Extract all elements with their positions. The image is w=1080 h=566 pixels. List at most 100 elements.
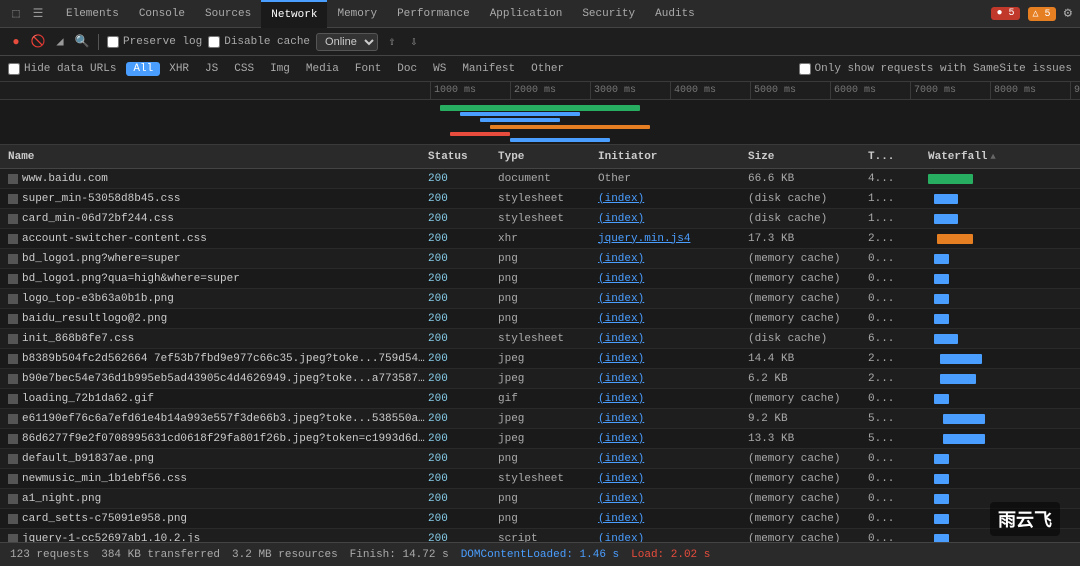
import-icon[interactable]: ⇧ bbox=[384, 34, 400, 50]
table-row[interactable]: e61190ef76c6a7efd61e4b14a993e557f3de66b3… bbox=[0, 409, 1080, 429]
filter-js[interactable]: JS bbox=[198, 62, 225, 76]
cell-name: 86d6277f9e2f0708995631cd0618f29fa801f26b… bbox=[8, 433, 428, 445]
col-header-initiator[interactable]: Initiator bbox=[598, 151, 748, 163]
table-row[interactable]: bd_logo1.png?qua=high&where=super200png(… bbox=[0, 269, 1080, 289]
table-row[interactable]: default_b91837ae.png200png(index)(memory… bbox=[0, 449, 1080, 469]
filter-other[interactable]: Other bbox=[524, 62, 571, 76]
hide-data-urls-checkbox[interactable]: Hide data URLs bbox=[8, 63, 116, 75]
ruler-tick: 7000 ms bbox=[910, 82, 990, 100]
cell-time: 2... bbox=[868, 373, 928, 385]
cell-initiator[interactable]: (index) bbox=[598, 333, 748, 345]
cell-waterfall bbox=[928, 209, 1072, 228]
table-row[interactable]: jquery-1-cc52697ab1.10.2.js200script(ind… bbox=[0, 529, 1080, 542]
table-row[interactable]: account-switcher-content.css200xhrjquery… bbox=[0, 229, 1080, 249]
col-header-name[interactable]: Name bbox=[8, 151, 428, 163]
filter-ws[interactable]: WS bbox=[426, 62, 453, 76]
preserve-log-checkbox[interactable]: Preserve log bbox=[107, 36, 202, 48]
tab-console[interactable]: Console bbox=[129, 0, 195, 28]
filter-media[interactable]: Media bbox=[299, 62, 346, 76]
resource-icon bbox=[8, 394, 18, 404]
filter-all[interactable]: All bbox=[126, 62, 160, 76]
cell-type: jpeg bbox=[498, 433, 598, 445]
cell-initiator[interactable]: (index) bbox=[598, 213, 748, 225]
waterfall-bar bbox=[934, 194, 958, 204]
tab-application[interactable]: Application bbox=[480, 0, 573, 28]
col-header-status[interactable]: Status bbox=[428, 151, 498, 163]
tab-security[interactable]: Security bbox=[572, 0, 645, 28]
cell-initiator[interactable]: (index) bbox=[598, 473, 748, 485]
filter-doc[interactable]: Doc bbox=[390, 62, 424, 76]
throttle-select[interactable]: Online bbox=[316, 33, 378, 51]
cell-initiator[interactable]: (index) bbox=[598, 433, 748, 445]
table-row[interactable]: logo_top-e3b63a0b1b.png200png(index)(mem… bbox=[0, 289, 1080, 309]
watermark: 雨云飞 bbox=[990, 502, 1060, 536]
cell-waterfall bbox=[928, 409, 1072, 428]
cell-initiator[interactable]: (index) bbox=[598, 453, 748, 465]
table-row[interactable]: www.baidu.com200documentOther66.6 KB4... bbox=[0, 169, 1080, 189]
cell-initiator[interactable]: (index) bbox=[598, 313, 748, 325]
filter-font[interactable]: Font bbox=[348, 62, 388, 76]
clear-button[interactable]: 🚫 bbox=[30, 34, 46, 50]
cell-initiator[interactable]: (index) bbox=[598, 513, 748, 525]
cell-name: card_min-06d72bf244.css bbox=[8, 213, 428, 225]
table-row[interactable]: baidu_resultlogo@2.png200png(index)(memo… bbox=[0, 309, 1080, 329]
cell-initiator[interactable]: (index) bbox=[598, 373, 748, 385]
cell-type: png bbox=[498, 453, 598, 465]
col-header-size[interactable]: Size bbox=[748, 151, 868, 163]
cell-initiator[interactable]: (index) bbox=[598, 253, 748, 265]
cell-initiator[interactable]: (index) bbox=[598, 353, 748, 365]
samesite-input[interactable] bbox=[799, 63, 811, 75]
table-row[interactable]: b90e7bec54e736d1b995eb5ad43905c4d4626949… bbox=[0, 369, 1080, 389]
table-row[interactable]: loading_72b1da62.gif200gif(index)(memory… bbox=[0, 389, 1080, 409]
table-row[interactable]: a1_night.png200png(index)(memory cache)0… bbox=[0, 489, 1080, 509]
filter-img[interactable]: Img bbox=[263, 62, 297, 76]
cell-initiator[interactable]: (index) bbox=[598, 393, 748, 405]
col-header-type[interactable]: Type bbox=[498, 151, 598, 163]
tab-elements[interactable]: Elements bbox=[56, 0, 129, 28]
cell-initiator[interactable]: (index) bbox=[598, 193, 748, 205]
table-row[interactable]: bd_logo1.png?where=super200png(index)(me… bbox=[0, 249, 1080, 269]
preserve-log-input[interactable] bbox=[107, 36, 119, 48]
record-button[interactable]: ● bbox=[8, 34, 24, 50]
ruler-tick: 8000 ms bbox=[990, 82, 1070, 100]
inspect-icon[interactable]: ⬚ bbox=[8, 6, 24, 22]
cell-initiator[interactable]: (index) bbox=[598, 293, 748, 305]
cell-name: logo_top-e3b63a0b1b.png bbox=[8, 293, 428, 305]
tab-network[interactable]: Network bbox=[261, 0, 327, 28]
filter-icon[interactable]: ◢ bbox=[52, 34, 68, 50]
col-header-waterfall[interactable]: Waterfall ▲ bbox=[928, 151, 1072, 163]
cell-initiator[interactable]: jquery.min.js4 bbox=[598, 233, 748, 245]
cell-initiator[interactable]: (index) bbox=[598, 273, 748, 285]
search-icon[interactable]: 🔍 bbox=[74, 34, 90, 50]
table-row[interactable]: super_min-53058d8b45.css200stylesheet(in… bbox=[0, 189, 1080, 209]
waterfall-bar bbox=[934, 474, 949, 484]
table-row[interactable]: newmusic_min_1b1ebf56.css200stylesheet(i… bbox=[0, 469, 1080, 489]
filter-css[interactable]: CSS bbox=[227, 62, 261, 76]
ruler-ticks: 1000 ms2000 ms3000 ms4000 ms5000 ms6000 … bbox=[430, 82, 1080, 100]
cell-waterfall bbox=[928, 249, 1072, 268]
table-row[interactable]: card_min-06d72bf244.css200stylesheet(ind… bbox=[0, 209, 1080, 229]
cell-initiator[interactable]: (index) bbox=[598, 533, 748, 543]
tab-performance[interactable]: Performance bbox=[387, 0, 480, 28]
settings-icon[interactable]: ⚙ bbox=[1064, 5, 1072, 22]
filter-xhr[interactable]: XHR bbox=[162, 62, 196, 76]
filter-manifest[interactable]: Manifest bbox=[455, 62, 522, 76]
cell-initiator[interactable]: (index) bbox=[598, 493, 748, 505]
disable-cache-checkbox[interactable]: Disable cache bbox=[208, 36, 310, 48]
col-header-time[interactable]: T... bbox=[868, 151, 928, 163]
table-row[interactable]: card_setts-c75091e958.png200png(index)(m… bbox=[0, 509, 1080, 529]
tab-memory[interactable]: Memory bbox=[327, 0, 387, 28]
cell-size: (memory cache) bbox=[748, 273, 868, 285]
tab-audits[interactable]: Audits bbox=[645, 0, 705, 28]
table-row[interactable]: 86d6277f9e2f0708995631cd0618f29fa801f26b… bbox=[0, 429, 1080, 449]
cell-time: 2... bbox=[868, 353, 928, 365]
hide-data-urls-input[interactable] bbox=[8, 63, 20, 75]
export-icon[interactable]: ⇩ bbox=[406, 34, 422, 50]
mobile-icon[interactable]: ☰ bbox=[30, 6, 46, 22]
samesite-checkbox[interactable]: Only show requests with SameSite issues bbox=[799, 63, 1072, 75]
tab-sources[interactable]: Sources bbox=[195, 0, 261, 28]
table-row[interactable]: b8389b504fc2d562664 7ef53b7fbd9e977c66c3… bbox=[0, 349, 1080, 369]
disable-cache-input[interactable] bbox=[208, 36, 220, 48]
table-row[interactable]: init_868b8fe7.css200stylesheet(index)(di… bbox=[0, 329, 1080, 349]
cell-initiator[interactable]: (index) bbox=[598, 413, 748, 425]
